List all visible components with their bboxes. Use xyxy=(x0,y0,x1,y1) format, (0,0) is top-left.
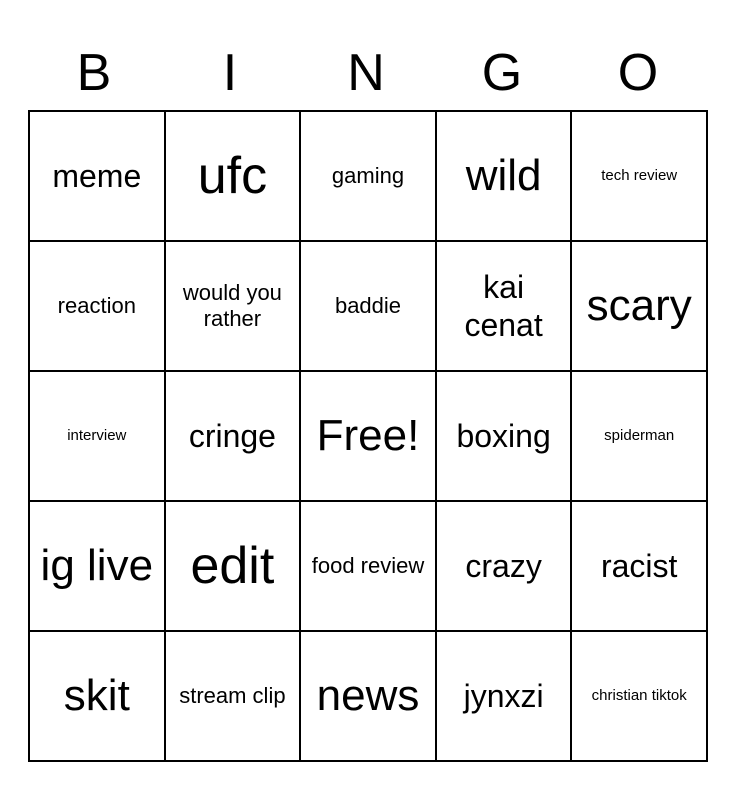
cell-text: tech review xyxy=(601,167,677,185)
bingo-cell[interactable]: ufc xyxy=(166,112,302,242)
header-letter: O xyxy=(572,38,708,108)
bingo-cell[interactable]: christian tiktok xyxy=(572,632,708,762)
cell-text: meme xyxy=(52,157,141,195)
bingo-cell[interactable]: stream clip xyxy=(166,632,302,762)
bingo-cell[interactable]: reaction xyxy=(30,242,166,372)
cell-text: kai cenat xyxy=(443,268,565,345)
cell-text: skit xyxy=(64,670,130,723)
bingo-cell[interactable]: interview xyxy=(30,372,166,502)
bingo-cell[interactable]: would you rather xyxy=(166,242,302,372)
cell-text: edit xyxy=(190,535,274,597)
cell-text: gaming xyxy=(332,163,404,189)
header-letter: G xyxy=(436,38,572,108)
cell-text: news xyxy=(317,670,420,723)
bingo-header: BINGO xyxy=(28,38,708,108)
bingo-cell[interactable]: meme xyxy=(30,112,166,242)
bingo-cell[interactable]: news xyxy=(301,632,437,762)
bingo-cell[interactable]: ig live xyxy=(30,502,166,632)
bingo-cell[interactable]: food review xyxy=(301,502,437,632)
cell-text: food review xyxy=(312,553,425,579)
bingo-cell[interactable]: tech review xyxy=(572,112,708,242)
bingo-cell[interactable]: kai cenat xyxy=(437,242,573,372)
cell-text: racist xyxy=(601,547,677,585)
bingo-cell[interactable]: racist xyxy=(572,502,708,632)
cell-text: boxing xyxy=(456,417,550,455)
cell-text: cringe xyxy=(189,417,276,455)
cell-text: ig live xyxy=(41,540,154,593)
bingo-cell[interactable]: gaming xyxy=(301,112,437,242)
cell-text: would you rather xyxy=(172,280,294,333)
cell-text: wild xyxy=(466,150,542,203)
header-letter: I xyxy=(164,38,300,108)
bingo-cell[interactable]: scary xyxy=(572,242,708,372)
cell-text: crazy xyxy=(465,547,541,585)
bingo-cell[interactable]: edit xyxy=(166,502,302,632)
cell-text: christian tiktok xyxy=(592,687,687,705)
cell-text: spiderman xyxy=(604,427,674,445)
bingo-cell[interactable]: spiderman xyxy=(572,372,708,502)
bingo-grid: meme ufc gaming wild tech review reaction woul… xyxy=(28,110,708,762)
cell-text: reaction xyxy=(58,293,136,319)
bingo-cell[interactable]: skit xyxy=(30,632,166,762)
bingo-cell[interactable]: cringe xyxy=(166,372,302,502)
cell-text: ufc xyxy=(198,145,267,207)
bingo-cell[interactable]: baddie xyxy=(301,242,437,372)
cell-text: interview xyxy=(67,427,126,445)
header-letter: B xyxy=(28,38,164,108)
bingo-card: BINGO meme ufc gaming wild tech review reacti… xyxy=(18,28,718,772)
cell-text: stream clip xyxy=(179,683,285,709)
bingo-cell[interactable]: wild xyxy=(437,112,573,242)
header-letter: N xyxy=(300,38,436,108)
bingo-cell[interactable]: Free! xyxy=(301,372,437,502)
cell-text: Free! xyxy=(317,410,420,463)
cell-text: jynxzi xyxy=(464,677,544,715)
bingo-cell[interactable]: boxing xyxy=(437,372,573,502)
bingo-cell[interactable]: crazy xyxy=(437,502,573,632)
cell-text: baddie xyxy=(335,293,401,319)
bingo-cell[interactable]: jynxzi xyxy=(437,632,573,762)
cell-text: scary xyxy=(587,280,692,333)
